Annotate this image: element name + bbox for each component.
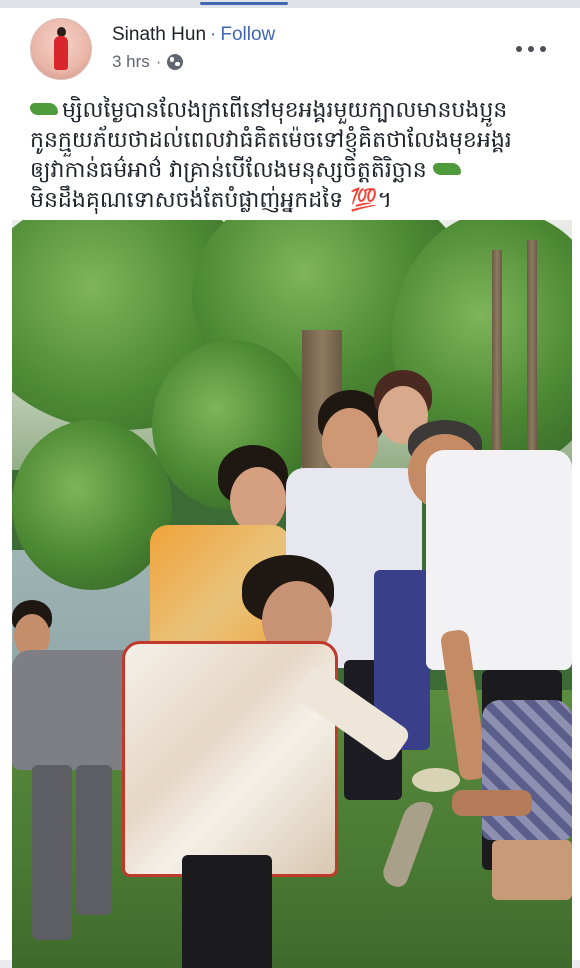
post-header: Sinath Hun · Follow 3 hrs · [0,8,580,90]
plaid-shirt [482,700,572,840]
caption-line-4: មិនដឹងគុណទោសចង់តែបំផ្លាញ់អ្នកដទៃ 💯។ [30,188,393,213]
more-options-icon[interactable] [516,44,546,54]
post-time[interactable]: 3 hrs [112,52,150,72]
person-elderly-woman [122,555,422,968]
author-avatar[interactable] [30,18,92,80]
arm [452,790,532,816]
post-photo[interactable] [12,220,572,968]
author-line: Sinath Hun · Follow [112,24,275,46]
avatar-figure-body [54,36,68,70]
post-meta: 3 hrs · [112,52,184,72]
pants [182,855,272,968]
more-dot-2 [528,46,534,52]
crocodile-emoji-icon [30,103,58,115]
pants [32,765,72,940]
author-name[interactable]: Sinath Hun [112,24,206,45]
active-tab-indicator [200,2,288,5]
meta-separator: · [155,52,162,71]
separator-dot: · [210,24,217,45]
caption-line-3: ឲ្យវាកាន់ធម៌អាថ៌ វាគ្រាន់បើលែងមនុស្សចិត្… [30,156,550,186]
person-sitting-plaid [452,660,572,920]
post-card: Sinath Hun · Follow 3 hrs · ម្សិលម្ងៃបានលែ… [0,8,580,968]
caption-text-1: ម្សិលម្ងៃបានលែងក្រពើនៅមុខអង្គរមួយក្បាលមា… [62,98,508,123]
crocodile-emoji-icon [432,163,461,175]
follow-button[interactable]: Follow [220,24,275,45]
caption-line-2: កូនក្មួយភ័យថាដល់ពេលវាធំគិតម៉េចទៅខ្ញុំគិត… [30,128,512,153]
pants [76,765,112,915]
crocodile-hatchling-bowl [412,768,460,792]
caption-text-3: ឲ្យវាកាន់ធម៌អាថ៌ វាគ្រាន់បើលែងមនុស្សចិត្… [30,158,427,183]
face [230,467,286,533]
more-dot-1 [516,46,522,52]
top-strip [0,0,580,8]
legs [492,840,572,900]
post-caption: ម្សិលម្ងៃបានលែងក្រពើនៅមុខអង្គរមួយក្បាលមា… [30,96,550,216]
more-dot-3 [540,46,546,52]
caption-line-1: ម្សិលម្ងៃបានលែងក្រពើនៅមុខអង្គរមួយក្បាលមា… [30,96,550,126]
globe-icon [167,54,184,70]
